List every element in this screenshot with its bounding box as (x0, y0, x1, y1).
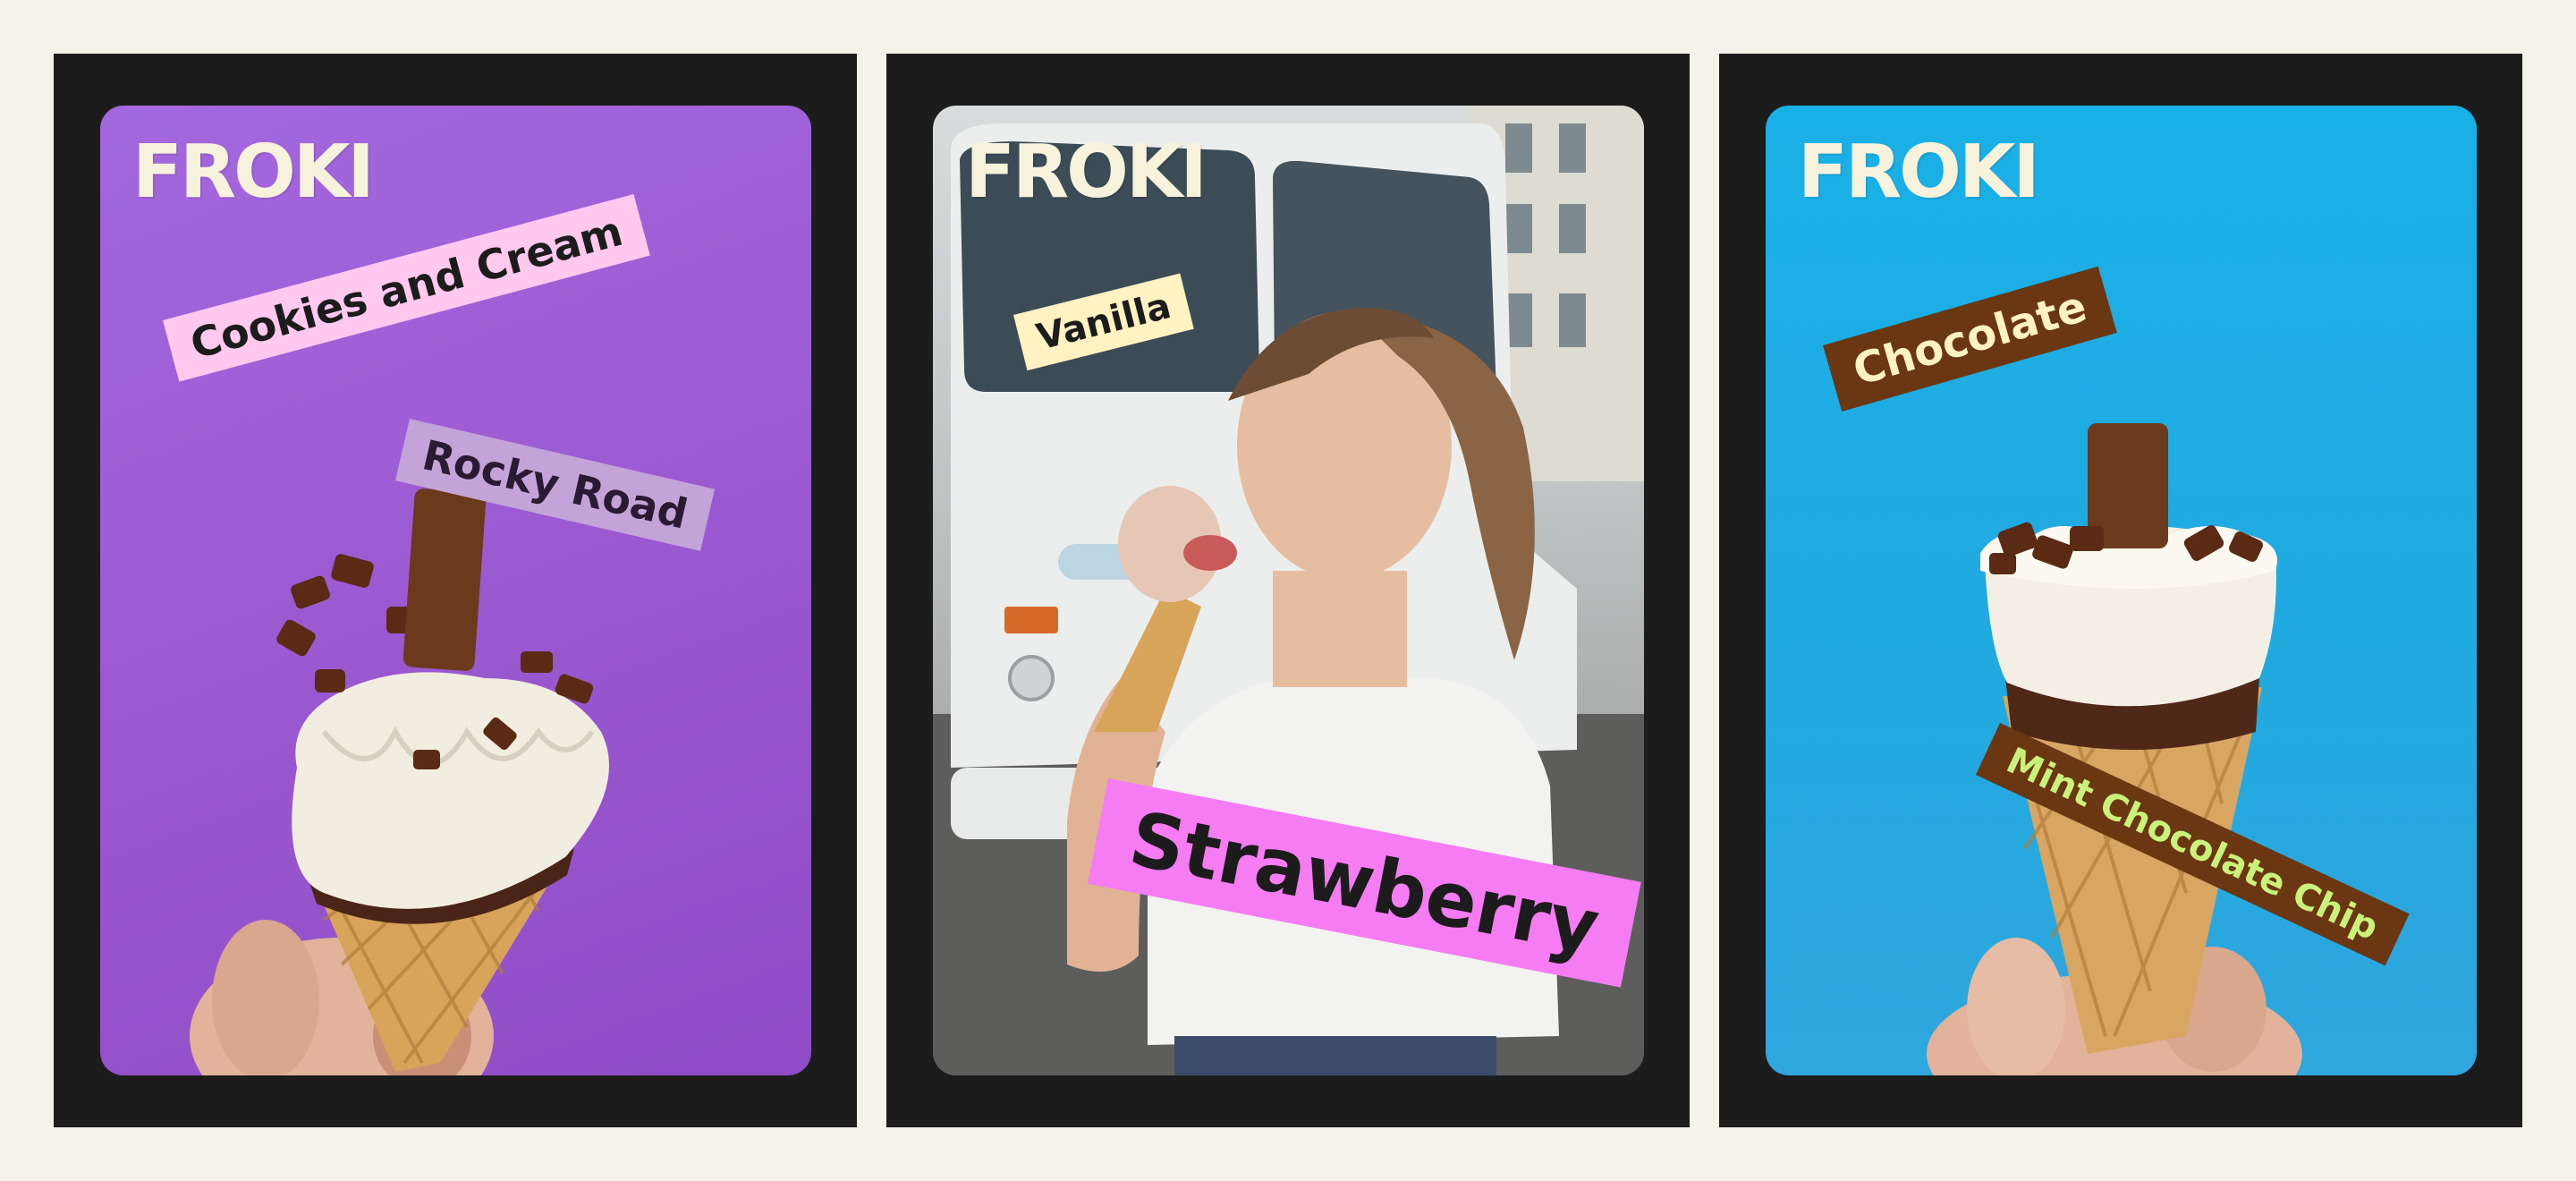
poster-panel-3: FROKI Chocolate Mint Chocolate Chip (1719, 54, 2522, 1127)
poster-panel-2: FROKI Vanilla Strawberry (886, 54, 1690, 1127)
poster-panel-1: FROKI Cookies and Cream Strawberry Rocky… (54, 54, 857, 1127)
brand-logo: FROKI (1798, 130, 2040, 215)
poster-card-chocolate[interactable]: FROKI Chocolate Mint Chocolate Chip (1766, 106, 2477, 1075)
poster-card-strawberry[interactable]: FROKI Vanilla Strawberry (933, 106, 1644, 1075)
poster-card-cookies[interactable]: FROKI Cookies and Cream Strawberry Rocky… (100, 106, 811, 1075)
brand-logo: FROKI (965, 130, 1208, 215)
brand-logo: FROKI (132, 130, 375, 215)
